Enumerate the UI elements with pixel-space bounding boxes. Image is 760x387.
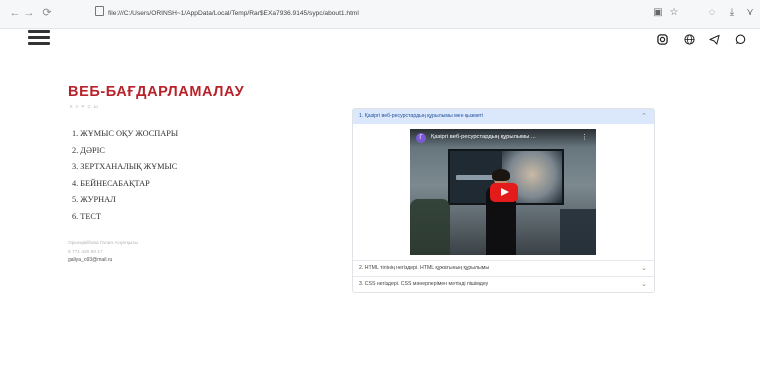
chevron-down-icon: ⌄ — [641, 281, 647, 288]
browser-toolbar: ← → ⟳ file:///C:/Users/ORINSH~1/AppData/… — [0, 0, 760, 29]
site-title: ВЕБ-БАҒДАРЛАМАЛАУ — [68, 84, 245, 100]
shield-icon[interactable]: ◌ — [706, 7, 718, 19]
author-phone: 8 771 420 90 17 — [68, 250, 103, 255]
menu-item-test[interactable]: 6. ТЕСТ — [72, 209, 178, 226]
hamburger-icon[interactable] — [28, 30, 50, 46]
course-menu: 1. ЖҰМЫС ОҚУ ЖОСПАРЫ 2. ДӘРІС 3. ЗЕРТХАН… — [72, 126, 178, 225]
accordion-title-3: 3. CSS негіздері. CSS мәнерлерімен мәтін… — [359, 281, 489, 287]
file-icon — [95, 6, 104, 16]
author-name: Орынқайбова Галия Асқатқызы — [68, 241, 138, 246]
lessons-accordion: 1. Қазіргі веб-ресурстардың құрылымы мен… — [352, 108, 655, 293]
chevron-up-icon: ⌃ — [641, 113, 647, 120]
forward-icon[interactable]: → — [22, 6, 36, 20]
address-bar[interactable]: file:///C:/Users/ORINSH~1/AppData/Local/… — [95, 6, 455, 22]
whatsapp-icon[interactable] — [734, 34, 746, 46]
site-subtitle: КУРСЫ — [70, 104, 101, 109]
accordion-header-3[interactable]: 3. CSS негіздері. CSS мәнерлерімен мәтін… — [353, 277, 654, 292]
profile-icon[interactable]: ⋎ — [744, 7, 756, 19]
menu-item-video-lessons[interactable]: 4. БЕЙНЕСАБАҚТАР — [72, 176, 178, 193]
video-player[interactable]: Г Қазіргі веб-ресурстардың құрылымы ... … — [410, 129, 596, 255]
channel-avatar[interactable]: Г — [416, 133, 426, 143]
globe-icon[interactable] — [683, 34, 695, 46]
chevron-down-icon: ⌄ — [641, 265, 647, 272]
accordion-header-2[interactable]: 2. HTML тілінің негіздері. HTML құжатыны… — [353, 261, 654, 276]
video-title[interactable]: Қазіргі веб-ресурстардың құрылымы ... — [431, 134, 536, 140]
author-email[interactable]: galiya_o93@mail.ru — [68, 257, 112, 263]
accordion-title-1: 1. Қазіргі веб-ресурстардың құрылымы мен… — [359, 113, 484, 119]
menu-item-work-plan[interactable]: 1. ЖҰМЫС ОҚУ ЖОСПАРЫ — [72, 126, 178, 143]
reader-mode-icon[interactable]: ▣ — [652, 7, 664, 19]
video-student-silhouette — [560, 209, 596, 255]
download-icon[interactable]: ⤓ — [726, 7, 738, 19]
video-student-silhouette — [410, 199, 450, 255]
more-options-icon[interactable]: ⋮ — [581, 133, 588, 141]
accordion-body-1: Г Қазіргі веб-ресурстардың құрылымы ... … — [353, 124, 654, 261]
accordion-header-1[interactable]: 1. Қазіргі веб-ресурстардың құрылымы мен… — [353, 109, 654, 124]
telegram-icon[interactable] — [708, 34, 720, 46]
instagram-icon[interactable] — [656, 34, 668, 46]
menu-item-lecture[interactable]: 2. ДӘРІС — [72, 143, 178, 160]
play-button[interactable] — [490, 183, 518, 202]
author-info: Орынқайбова Галия Асқатқызы 8 771 420 90… — [68, 239, 138, 257]
menu-item-journal[interactable]: 5. ЖУРНАЛ — [72, 192, 178, 209]
reload-icon[interactable]: ⟳ — [40, 6, 54, 20]
menu-item-lab-work[interactable]: 3. ЗЕРТХАНАЛЫҚ ЖҰМЫС — [72, 159, 178, 176]
back-icon[interactable]: ← — [8, 6, 22, 20]
url-text: file:///C:/Users/ORINSH~1/AppData/Local/… — [108, 10, 359, 17]
accordion-title-2: 2. HTML тілінің негіздері. HTML құжатыны… — [359, 265, 490, 271]
bookmark-icon[interactable]: ☆ — [668, 7, 680, 19]
